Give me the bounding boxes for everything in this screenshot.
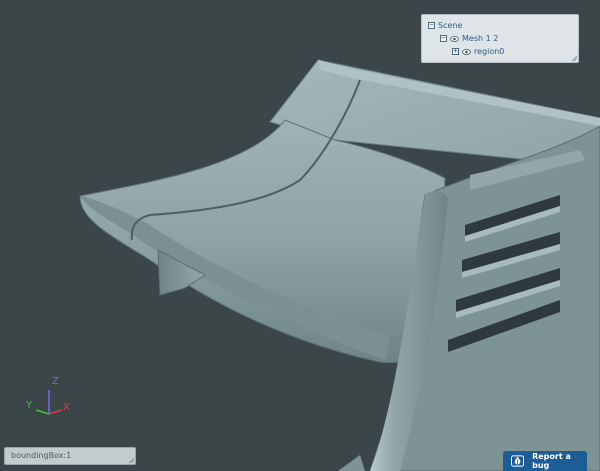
collapse-icon[interactable]: − bbox=[440, 35, 447, 42]
axis-lines bbox=[35, 390, 63, 415]
tree-node-mesh-label: Mesh 1 2 bbox=[462, 34, 499, 43]
collapse-icon[interactable]: − bbox=[428, 22, 435, 29]
3d-viewport[interactable]: Z X Y bbox=[0, 0, 600, 471]
axis-gizmo: Z X Y bbox=[22, 376, 76, 420]
tree-node-scene[interactable]: − Scene bbox=[428, 20, 462, 31]
bug-icon bbox=[511, 455, 525, 467]
tree-node-mesh[interactable]: − Mesh 1 2 bbox=[440, 33, 498, 44]
axis-x-label: X bbox=[63, 402, 70, 413]
mesh-seat bbox=[79, 119, 446, 364]
resize-handle-icon[interactable] bbox=[128, 457, 134, 463]
mesh-fragment bbox=[338, 455, 365, 471]
tree-node-scene-label: Scene bbox=[438, 21, 463, 30]
axis-z-label: Z bbox=[52, 376, 59, 387]
bounding-box-label: boundingBox:1 bbox=[11, 451, 72, 460]
bounding-box-field[interactable]: boundingBox:1 bbox=[4, 447, 136, 465]
axis-y-label: Y bbox=[26, 400, 33, 411]
tree-node-region[interactable]: + region0 bbox=[452, 46, 504, 57]
report-bug-button[interactable]: Report a bug bbox=[503, 451, 587, 471]
resize-handle-icon[interactable] bbox=[571, 55, 577, 61]
expand-icon[interactable]: + bbox=[452, 48, 459, 55]
report-bug-label: Report a bug bbox=[532, 452, 571, 470]
mesh-render bbox=[79, 59, 600, 471]
eye-icon[interactable] bbox=[462, 48, 471, 55]
tree-node-region-label: region0 bbox=[474, 47, 505, 56]
scene-tree-panel: − Scene − Mesh 1 2 + region0 bbox=[421, 14, 579, 63]
eye-icon[interactable] bbox=[450, 35, 459, 42]
